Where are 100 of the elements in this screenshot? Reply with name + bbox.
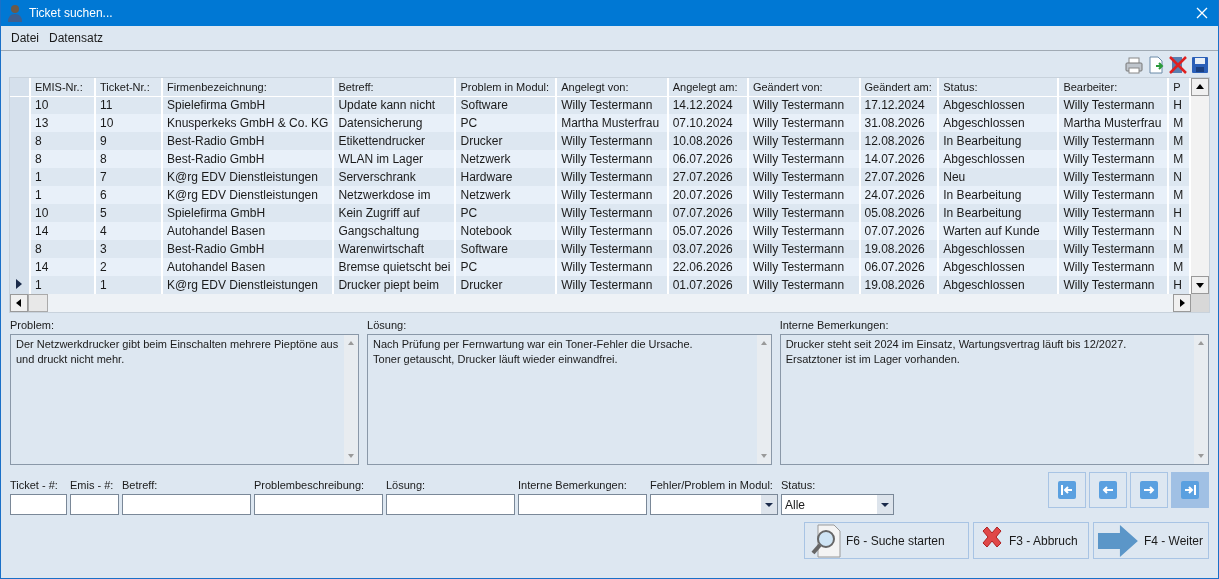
- scroll-left-icon[interactable]: [10, 294, 28, 312]
- input-field[interactable]: [386, 494, 515, 515]
- input-field[interactable]: [254, 494, 383, 515]
- horizontal-scrollbar[interactable]: [10, 294, 1191, 312]
- table-cell: Abgeschlossen: [938, 276, 1059, 294]
- table-cell: 05.07.2026: [667, 222, 748, 240]
- table-cell: 19.08.2026: [859, 240, 939, 258]
- scroll-down-icon[interactable]: [1191, 276, 1209, 294]
- column-header[interactable]: Status:: [938, 78, 1059, 96]
- scroll-thumb[interactable]: [28, 294, 48, 312]
- field-label: Status:: [781, 479, 817, 493]
- table-cell: 8: [95, 150, 162, 168]
- table-cell: 6: [95, 186, 162, 204]
- printer-icon[interactable]: [1125, 56, 1143, 74]
- save-icon[interactable]: [1191, 56, 1209, 74]
- table-cell: 2: [95, 258, 162, 276]
- row-header[interactable]: [10, 276, 31, 294]
- table-cell: Drucker: [455, 132, 557, 150]
- table-cell: Willy Testermann: [556, 240, 668, 258]
- column-header[interactable]: Ticket-Nr.:: [95, 78, 162, 96]
- nav-button[interactable]: [1089, 472, 1127, 508]
- dropdown[interactable]: [650, 494, 778, 515]
- nav-button[interactable]: [1171, 472, 1209, 508]
- column-header[interactable]: Geändert von:: [747, 78, 860, 96]
- window-title: Ticket suchen...: [29, 6, 114, 20]
- column-header[interactable]: Angelegt von:: [556, 78, 668, 96]
- menu-item[interactable]: Datensatz: [49, 31, 104, 45]
- table-cell: Willy Testermann: [1058, 240, 1169, 258]
- table-cell: K@rg EDV Dienstleistungen: [162, 276, 334, 294]
- scroll-up-icon[interactable]: [1191, 78, 1209, 96]
- column-header[interactable]: Geändert am:: [859, 78, 939, 96]
- table-cell: 8: [30, 240, 95, 258]
- column-header[interactable]: P: [1168, 78, 1190, 96]
- table-cell: Willy Testermann: [747, 204, 860, 222]
- column-header[interactable]: Bearbeiter:: [1058, 78, 1169, 96]
- scrollbar-corner: [1191, 294, 1209, 312]
- close-icon[interactable]: [1196, 7, 1208, 19]
- table-cell: Spielefirma GmbH: [162, 204, 334, 222]
- table-cell: Willy Testermann: [1058, 222, 1169, 240]
- column-header[interactable]: Firmenbezeichnung:: [162, 78, 334, 96]
- delete-icon[interactable]: [1169, 56, 1187, 74]
- document-export-icon[interactable]: [1147, 56, 1165, 74]
- table-cell: 03.07.2026: [667, 240, 748, 258]
- table-cell: K@rg EDV Dienstleistungen: [162, 168, 334, 186]
- first-record-icon: [1058, 481, 1076, 499]
- column-header[interactable]: Betreff:: [333, 78, 456, 96]
- table-cell: Willy Testermann: [747, 150, 860, 168]
- input-field[interactable]: [70, 494, 119, 515]
- vertical-scrollbar[interactable]: [1191, 78, 1209, 312]
- table-cell: H: [1168, 276, 1190, 294]
- caret-icon[interactable]: [761, 495, 777, 514]
- action-button[interactable]: F4 - Weiter: [1093, 522, 1209, 559]
- action-button[interactable]: F3 - Abbruch: [973, 522, 1089, 559]
- table-cell: Software: [455, 240, 557, 258]
- column-header[interactable]: Problem in Modul:: [455, 78, 557, 96]
- table-cell: Willy Testermann: [1058, 132, 1169, 150]
- table-cell: In Bearbeitung: [938, 186, 1059, 204]
- table-cell: Drucker: [455, 276, 557, 294]
- input-field[interactable]: [122, 494, 251, 515]
- table-cell: 14: [30, 258, 95, 276]
- table-cell: K@rg EDV Dienstleistungen: [162, 186, 334, 204]
- column-header[interactable]: EMIS-Nr.:: [30, 78, 95, 96]
- input-field[interactable]: [10, 494, 67, 515]
- nav-button[interactable]: [1048, 472, 1086, 508]
- table-cell: M: [1168, 132, 1190, 150]
- table-cell: Willy Testermann: [747, 186, 860, 204]
- table-cell: Datensicherung: [333, 114, 456, 132]
- column-header[interactable]: Angelegt am:: [667, 78, 748, 96]
- table-cell: Netzwerk: [455, 186, 557, 204]
- table-cell: Willy Testermann: [1058, 258, 1169, 276]
- table-cell: Knusperkeks GmbH & Co. KG: [162, 114, 334, 132]
- table-cell: Willy Testermann: [1058, 186, 1169, 204]
- table-cell: Abgeschlossen: [938, 150, 1059, 168]
- table-cell: N: [1168, 168, 1190, 186]
- table-cell: Willy Testermann: [1058, 150, 1169, 168]
- table-cell: Martha Musterfrau: [1058, 114, 1169, 132]
- field-label: Betreff:: [122, 479, 159, 493]
- action-button[interactable]: F6 - Suche starten: [804, 522, 969, 559]
- nav-button[interactable]: [1130, 472, 1168, 508]
- table-cell: 12.08.2026: [859, 132, 939, 150]
- menu-item[interactable]: Datei: [11, 31, 39, 45]
- table-cell: Willy Testermann: [747, 114, 860, 132]
- table-cell: Abgeschlossen: [938, 258, 1059, 276]
- table-cell: 31.08.2026: [859, 114, 939, 132]
- table-cell: Abgeschlossen: [938, 114, 1059, 132]
- caret-icon[interactable]: [877, 495, 893, 514]
- table-cell: 1: [30, 186, 95, 204]
- table-cell: Willy Testermann: [747, 168, 860, 186]
- dropdown[interactable]: Alle: [781, 494, 894, 515]
- field-label: Interne Bemerkungen:: [518, 479, 628, 493]
- table-cell: 19.08.2026: [859, 276, 939, 294]
- table-cell: Hardware: [455, 168, 557, 186]
- table-cell: Neu: [938, 168, 1059, 186]
- table-cell: 05.08.2026: [859, 204, 939, 222]
- table-cell: Best-Radio GmbH: [162, 132, 334, 150]
- input-field[interactable]: [518, 494, 647, 515]
- table-cell: M: [1168, 258, 1190, 276]
- table-cell: Kein Zugriff auf: [333, 204, 456, 222]
- scroll-right-icon[interactable]: [1173, 294, 1191, 312]
- field-label: Lösung:: [386, 479, 427, 493]
